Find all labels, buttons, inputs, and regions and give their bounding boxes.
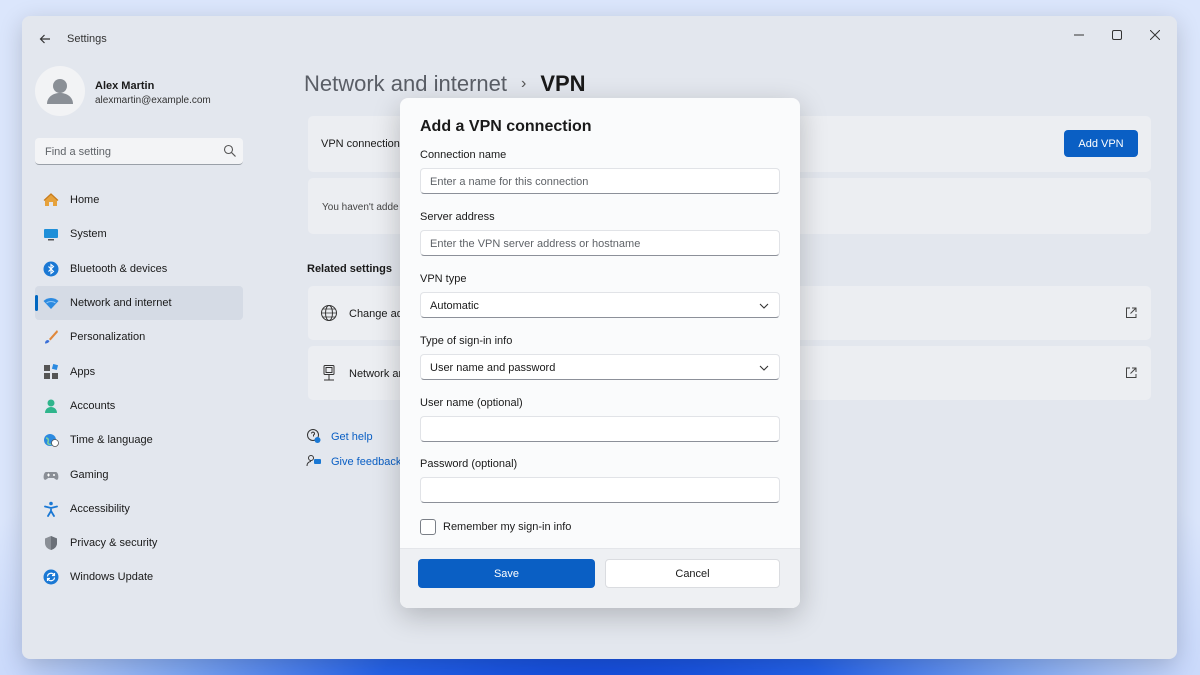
gamepad-icon xyxy=(43,467,59,483)
breadcrumb-separator: › xyxy=(521,75,527,92)
sidebar-item-label: Privacy & security xyxy=(70,537,158,550)
sidebar-item-gaming[interactable]: Gaming xyxy=(35,457,243,491)
close-button[interactable] xyxy=(1135,22,1175,48)
bluetooth-icon xyxy=(43,261,59,277)
wifi-icon xyxy=(43,295,59,311)
chevron-down-icon xyxy=(759,303,769,309)
sidebar-item-label: System xyxy=(70,228,107,241)
sidebar-item-windows-update[interactable]: Windows Update xyxy=(35,560,243,594)
sidebar-item-home[interactable]: Home xyxy=(35,183,243,217)
signin-type-value: User name and password xyxy=(430,362,556,374)
update-icon xyxy=(43,569,59,585)
user-name: Alex Martin xyxy=(95,80,155,92)
close-icon xyxy=(1150,30,1160,40)
accounts-icon xyxy=(43,398,59,414)
shield-icon xyxy=(43,535,59,551)
feedback-icon xyxy=(306,455,321,467)
related-setting-label: Network ar xyxy=(349,368,403,380)
password-input[interactable] xyxy=(420,477,780,503)
vpn-type-value: Automatic xyxy=(430,300,479,312)
connection-name-input[interactable]: Enter a name for this connection xyxy=(420,168,780,194)
maximize-button[interactable] xyxy=(1097,22,1137,48)
search-placeholder: Find a setting xyxy=(45,146,112,158)
vpn-connections-label: VPN connection xyxy=(321,138,400,150)
add-vpn-dialog: Add a VPN connection Connection name Ent… xyxy=(400,98,800,608)
sidebar-item-label: Gaming xyxy=(70,468,109,481)
chevron-down-icon xyxy=(759,365,769,371)
maximize-icon xyxy=(1112,30,1122,40)
get-help-link[interactable]: Get help xyxy=(331,431,373,443)
back-button[interactable] xyxy=(34,28,56,50)
add-vpn-button[interactable]: Add VPN xyxy=(1064,130,1138,157)
external-link-icon xyxy=(1126,307,1137,318)
avatar xyxy=(35,66,85,116)
help-icon xyxy=(307,429,321,443)
sidebar-item-network[interactable]: Network and internet xyxy=(35,285,243,321)
dialog-footer: Save Cancel xyxy=(400,548,800,608)
username-label: User name (optional) xyxy=(420,397,523,409)
sidebar-item-label: Accessibility xyxy=(70,502,130,515)
user-avatar-icon xyxy=(47,79,73,104)
title-bar: Settings xyxy=(22,16,1177,62)
search-input[interactable]: Find a setting xyxy=(35,138,243,165)
signin-type-select[interactable]: User name and password xyxy=(420,354,780,380)
home-icon xyxy=(43,192,59,208)
sidebar-item-apps[interactable]: Apps xyxy=(35,354,243,388)
minimize-icon xyxy=(1074,34,1084,36)
vpn-type-select[interactable]: Automatic xyxy=(420,292,780,318)
network-adapter-icon xyxy=(323,365,335,381)
dialog-title: Add a VPN connection xyxy=(420,118,592,135)
brush-icon xyxy=(43,329,59,345)
system-icon xyxy=(43,226,59,242)
sidebar-item-system[interactable]: System xyxy=(35,217,243,251)
user-email: alexmartin@example.com xyxy=(95,95,211,106)
related-setting-label: Change ad xyxy=(349,308,403,320)
sidebar-item-time-language[interactable]: Time & language xyxy=(35,423,243,457)
vpn-type-label: VPN type xyxy=(420,273,467,285)
password-label: Password (optional) xyxy=(420,458,518,470)
give-feedback-link[interactable]: Give feedback xyxy=(331,456,401,468)
sidebar-item-privacy[interactable]: Privacy & security xyxy=(35,526,243,560)
accessibility-icon xyxy=(43,501,59,517)
sidebar-item-accessibility[interactable]: Accessibility xyxy=(35,492,243,526)
breadcrumb-parent[interactable]: Network and internet xyxy=(304,71,507,96)
user-profile[interactable]: Alex Martin alexmartin@example.com xyxy=(35,66,265,118)
sidebar-item-label: Bluetooth & devices xyxy=(70,262,168,275)
sidebar-item-label: Windows Update xyxy=(70,571,154,584)
sidebar-item-accounts[interactable]: Accounts xyxy=(35,389,243,423)
back-arrow-icon xyxy=(39,34,50,44)
related-settings-title: Related settings xyxy=(307,263,392,275)
external-link-icon xyxy=(1126,367,1137,378)
search-icon xyxy=(223,144,236,157)
sidebar-item-label: Time & language xyxy=(70,434,153,447)
globe-icon xyxy=(321,305,337,321)
globe-clock-icon xyxy=(43,432,59,448)
cancel-button[interactable]: Cancel xyxy=(605,559,780,588)
minimize-button[interactable] xyxy=(1059,22,1099,48)
remember-signin-checkbox[interactable] xyxy=(420,519,436,535)
sidebar-item-label: Apps xyxy=(70,365,96,378)
breadcrumb: Network and internet › VPN xyxy=(304,71,586,97)
apps-icon xyxy=(43,363,59,380)
sidebar-item-bluetooth[interactable]: Bluetooth & devices xyxy=(35,252,243,286)
connection-name-placeholder: Enter a name for this connection xyxy=(430,176,589,188)
empty-state-text: You haven't adde xyxy=(322,202,399,213)
connection-name-label: Connection name xyxy=(420,149,507,161)
username-input[interactable] xyxy=(420,416,780,442)
sidebar-item-label: Accounts xyxy=(70,399,116,412)
page-title: VPN xyxy=(540,71,586,96)
server-address-placeholder: Enter the VPN server address or hostname xyxy=(430,238,641,250)
sidebar-item-label: Home xyxy=(70,194,100,207)
server-address-label: Server address xyxy=(420,211,495,223)
sidebar-item-label: Network and internet xyxy=(70,297,172,310)
remember-signin-label[interactable]: Remember my sign-in info xyxy=(443,521,571,533)
signin-type-label: Type of sign-in info xyxy=(420,335,513,347)
sidebar-item-personalization[interactable]: Personalization xyxy=(35,320,243,354)
save-button[interactable]: Save xyxy=(418,559,595,588)
sidebar-nav: Home System Bluetooth & devices Network … xyxy=(35,183,243,595)
sidebar-item-label: Personalization xyxy=(70,331,146,344)
server-address-input[interactable]: Enter the VPN server address or hostname xyxy=(420,230,780,256)
app-title: Settings xyxy=(67,33,107,45)
